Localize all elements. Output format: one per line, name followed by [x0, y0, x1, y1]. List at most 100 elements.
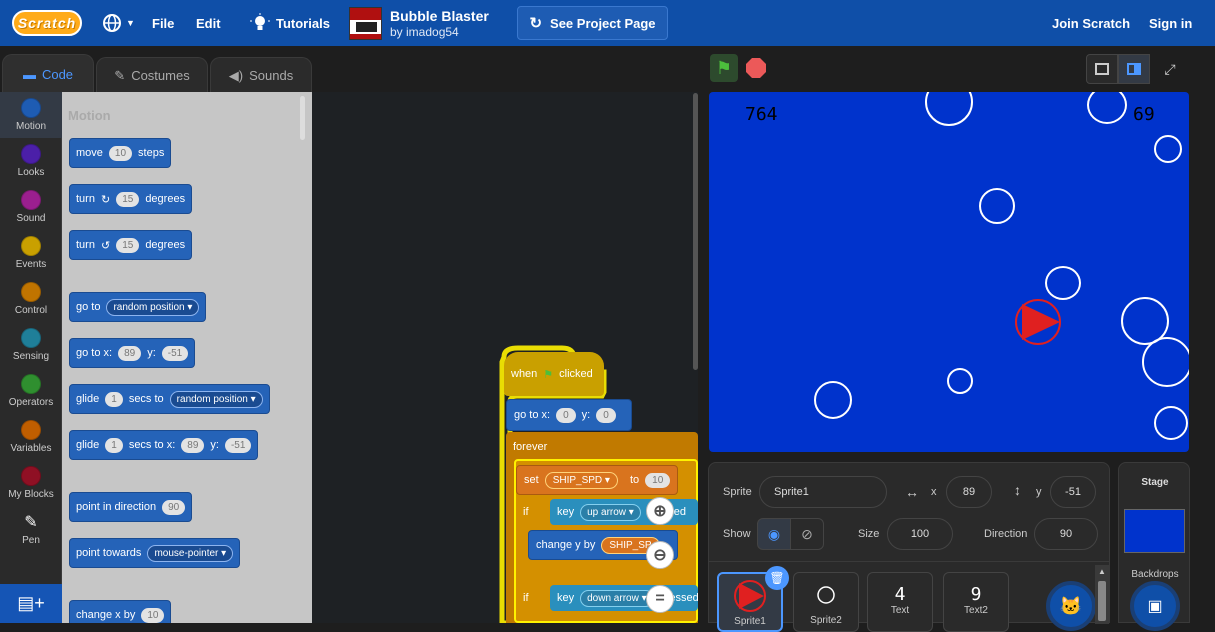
stage-canvas[interactable]: 764 69	[709, 92, 1189, 452]
tab-code[interactable]: ▬ Code	[2, 54, 94, 93]
stop-button[interactable]	[746, 58, 766, 78]
category-my-blocks[interactable]: My Blocks	[0, 460, 62, 506]
stage-thumbnail[interactable]	[1124, 509, 1185, 553]
block-point-towards[interactable]: point towards mouse-pointer ▾	[69, 538, 241, 568]
y-label: y	[1036, 486, 1042, 498]
show-visible-button[interactable]: ◉	[757, 518, 791, 550]
small-stage-button[interactable]	[1086, 54, 1118, 84]
fullscreen-button[interactable]: ⤢	[1155, 54, 1185, 84]
sprite-tile-text[interactable]: 4 Text	[867, 572, 933, 632]
category-sensing[interactable]: Sensing	[0, 322, 62, 368]
add-sprite-button[interactable]: 🐱	[1046, 581, 1096, 631]
category-label: My Blocks	[8, 489, 54, 500]
block-go-to[interactable]: go to random position ▾	[69, 292, 207, 322]
size-input[interactable]: 100	[887, 518, 953, 550]
zoom-out-button[interactable]: ⊖	[646, 541, 674, 569]
large-stage-button[interactable]	[1118, 54, 1150, 84]
bubble	[1154, 135, 1182, 163]
sprite-tile-label: Text2	[964, 605, 988, 616]
sprite-tile-text2[interactable]: 9 Text2	[943, 572, 1009, 632]
text-thumbnail: 4	[894, 584, 906, 605]
divider	[709, 561, 1109, 562]
large-stage-icon	[1127, 63, 1141, 75]
block-when-flag-clicked[interactable]: when ⚑ clicked	[504, 352, 604, 396]
zoom-in-button[interactable]: ⊕	[646, 497, 674, 525]
category-operators[interactable]: Operators	[0, 368, 62, 414]
green-flag-button[interactable]: ⚑	[710, 54, 738, 82]
add-backdrop-button[interactable]: ▣	[1130, 581, 1180, 631]
control-dot	[21, 282, 41, 302]
sprite-tile-sprite2[interactable]: Sprite2	[793, 572, 859, 632]
file-menu[interactable]: File	[152, 0, 174, 46]
scratch-logo[interactable]: Scratch	[12, 10, 82, 36]
scroll-thumb[interactable]	[1098, 581, 1106, 621]
category-pen[interactable]: ✎ Pen	[0, 506, 62, 552]
block-change-x[interactable]: change x by 10	[69, 600, 172, 623]
project-title[interactable]: Bubble Blaster	[390, 8, 489, 24]
show-hidden-button[interactable]: ⊘	[790, 518, 824, 550]
sign-in-link[interactable]: Sign in	[1149, 0, 1192, 46]
category-looks[interactable]: Looks	[0, 138, 62, 184]
block-script-go-to-xy[interactable]: go to x: 0 y: 0	[506, 399, 632, 431]
sprite-name-input[interactable]: Sprite1	[759, 476, 887, 508]
block-turn-left[interactable]: turn ↺ 15 degrees	[69, 230, 193, 260]
sprite-label: Sprite	[723, 486, 752, 498]
category-label: Sensing	[12, 351, 50, 362]
category-variables[interactable]: Variables	[0, 414, 62, 460]
trash-icon: 🗑	[769, 571, 785, 585]
block-glide-xy[interactable]: glide 1 secs to x: 89 y: -51	[69, 430, 259, 460]
script-scrollbar[interactable]	[693, 93, 698, 370]
delete-sprite-button[interactable]: 🗑	[765, 566, 789, 590]
block-turn-right[interactable]: turn ↻ 15 degrees	[69, 184, 193, 214]
language-menu[interactable]: ▼	[102, 0, 135, 46]
horizontal-arrows-icon: ↔	[905, 484, 919, 500]
bubble	[1142, 337, 1189, 387]
block-palette: Motion move 10 steps turn ↻ 15 degrees turn ↺ 1…	[62, 92, 312, 623]
bubble	[814, 381, 852, 419]
block-set-variable[interactable]: set SHIP_SPD ▾ to 10	[516, 465, 678, 495]
see-project-page-button[interactable]: ↻ See Project Page	[517, 6, 668, 40]
join-scratch-link[interactable]: Join Scratch	[1052, 0, 1130, 46]
x-input[interactable]: 89	[946, 476, 992, 508]
category-sound[interactable]: Sound	[0, 184, 62, 230]
bubble	[925, 92, 973, 126]
block-go-to-xy[interactable]: go to x: 89 y: -51	[69, 338, 196, 368]
lightbulb-icon	[250, 13, 270, 30]
zoom-reset-button[interactable]: =	[646, 585, 674, 613]
project-author[interactable]: by imadog54	[390, 25, 459, 39]
script-area[interactable]: when ⚑ clicked go to x: 0 y: 0 forever set SHI…	[312, 92, 698, 623]
tab-sounds[interactable]: ◀) Sounds	[210, 57, 312, 93]
show-label: Show	[723, 528, 751, 540]
direction-input[interactable]: 90	[1034, 518, 1098, 550]
see-project-label: See Project Page	[550, 15, 656, 31]
events-dot	[21, 236, 41, 256]
add-extension-button[interactable]: ▤+	[0, 584, 62, 623]
stage-pane[interactable]: Stage Backdrops ▣	[1118, 462, 1190, 631]
sprite-list-scrollbar[interactable]: ▲	[1095, 565, 1109, 624]
block-move[interactable]: move 10 steps	[69, 138, 172, 168]
block-key-pressed-2[interactable]: key down arrow ▾ pressed	[550, 585, 698, 611]
looks-dot	[21, 144, 41, 164]
block-glide[interactable]: glide 1 secs to random position ▾	[69, 384, 270, 414]
edit-menu[interactable]: Edit	[196, 0, 221, 46]
sensing-dot	[21, 328, 41, 348]
operators-dot	[21, 374, 41, 394]
y-input[interactable]: -51	[1050, 476, 1096, 508]
green-flag-icon: ⚑	[543, 368, 554, 381]
tutorials-button[interactable]: Tutorials	[250, 0, 330, 46]
green-flag-icon: ⚑	[715, 57, 733, 78]
category-motion[interactable]: Motion	[0, 92, 62, 138]
small-stage-icon	[1095, 63, 1109, 75]
category-events[interactable]: Events	[0, 230, 62, 276]
tab-costumes[interactable]: ✎ Costumes	[96, 57, 208, 93]
block-key-pressed-1[interactable]: keyup arrow ▾pressed	[550, 499, 698, 525]
ship-sprite[interactable]	[1014, 298, 1064, 348]
block-point-in-direction[interactable]: point in direction 90	[69, 492, 193, 522]
tutorials-label: Tutorials	[276, 15, 330, 31]
category-control[interactable]: Control	[0, 276, 62, 322]
rotate-right-icon: ↻	[100, 193, 111, 206]
motion-dot	[21, 98, 41, 118]
palette-scrollbar[interactable]	[300, 96, 305, 140]
brush-icon: ✎	[114, 67, 126, 83]
text2-thumbnail: 9	[970, 584, 982, 605]
